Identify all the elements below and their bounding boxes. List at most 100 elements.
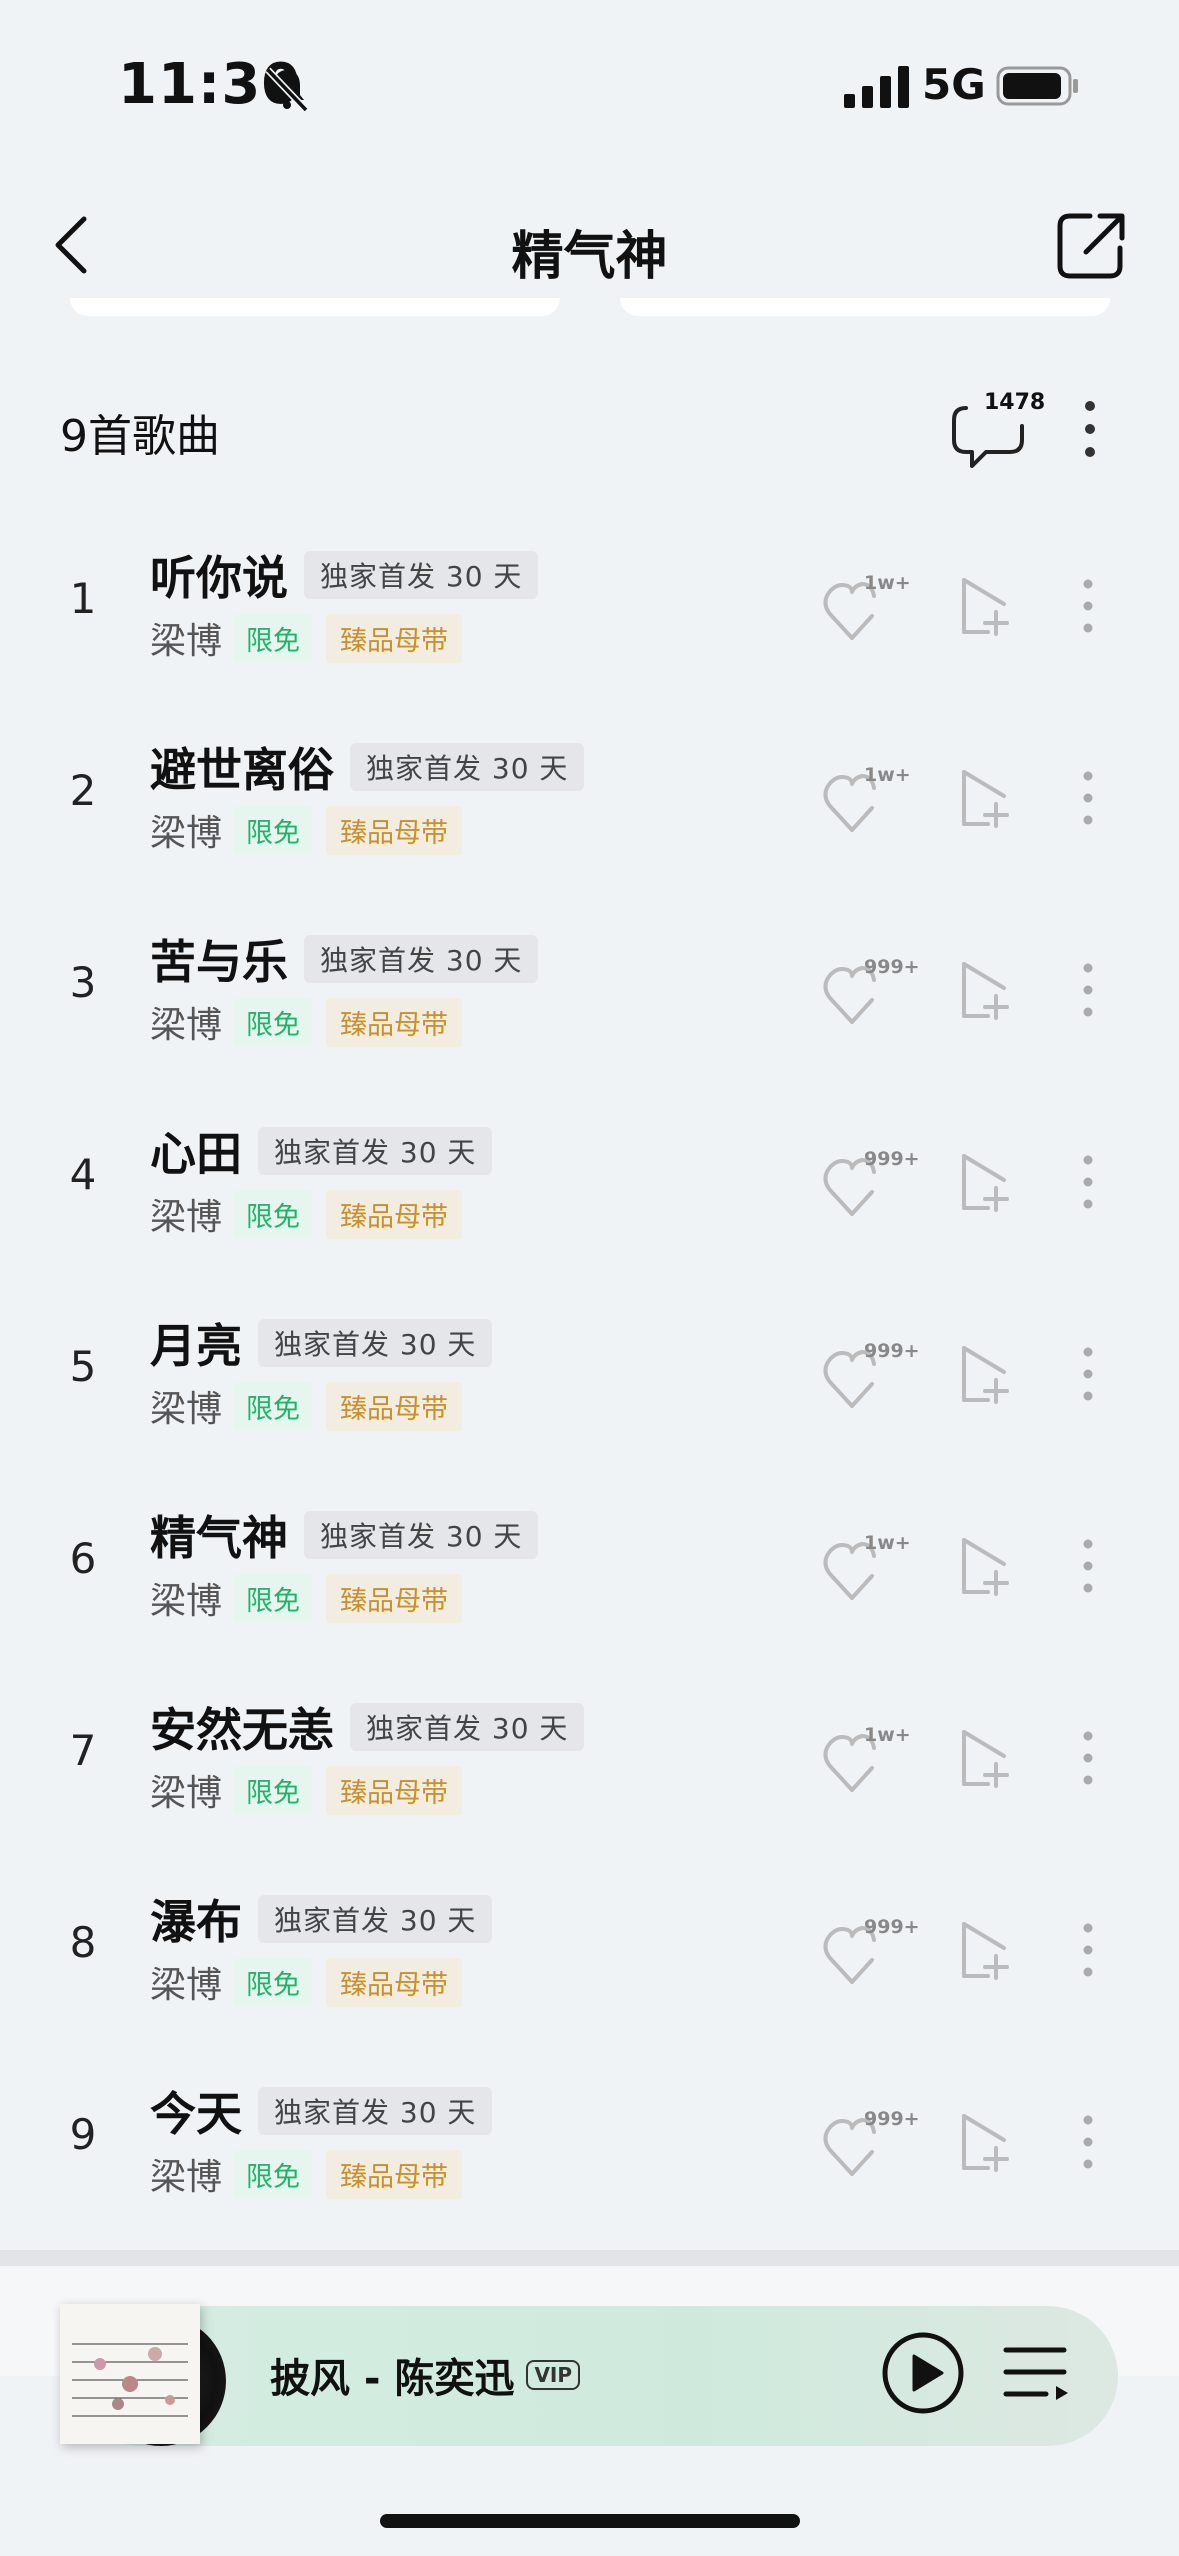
exclusive-tag: 独家首发 30 天 — [304, 935, 539, 983]
song-count: 9首歌曲 — [60, 411, 220, 462]
song-row[interactable]: 6 精气神 独家首发 30 天 梁博 限免 臻品母带 1w+ — [0, 1472, 1179, 1664]
card-edge-left — [70, 298, 560, 316]
song-row[interactable]: 4 心田 独家首发 30 天 梁博 限免 臻品母带 999+ — [0, 1088, 1179, 1280]
song-row[interactable]: 8 瀑布 独家首发 30 天 梁博 限免 臻品母带 999+ — [0, 1856, 1179, 2048]
signal-icon — [844, 66, 909, 108]
queue-icon[interactable] — [1002, 2342, 1072, 2402]
add-to-playlist-icon[interactable] — [956, 766, 1012, 830]
status-bar: 11:30 5G — [0, 0, 1179, 170]
song-title: 心田 — [150, 1127, 242, 1181]
song-index: 5 — [69, 1342, 97, 1391]
more-icon[interactable] — [1068, 1918, 1108, 1982]
comment-count: 1478 — [984, 390, 1046, 415]
add-to-playlist-icon[interactable] — [956, 1534, 1012, 1598]
song-row[interactable]: 5 月亮 独家首发 30 天 梁博 限免 臻品母带 999+ — [0, 1280, 1179, 1472]
song-index: 4 — [69, 1150, 97, 1199]
song-title: 今天 — [150, 2087, 242, 2141]
add-to-playlist-icon[interactable] — [956, 1150, 1012, 1214]
song-title-line: 今天 独家首发 30 天 — [150, 2078, 493, 2144]
free-tag: 限免 — [234, 1573, 313, 1623]
exclusive-tag: 独家首发 30 天 — [258, 1895, 493, 1943]
like-count: 999+ — [864, 2108, 920, 2130]
home-indicator — [380, 2514, 800, 2528]
song-index: 8 — [69, 1918, 97, 1967]
add-to-playlist-icon[interactable] — [956, 1726, 1012, 1790]
artist-name: 梁博 — [150, 1581, 223, 1622]
exclusive-tag: 独家首发 30 天 — [350, 743, 585, 791]
more-icon[interactable] — [1068, 574, 1108, 638]
song-meta-line: 梁博 限免 臻品母带 — [150, 1380, 463, 1432]
song-meta-line: 梁博 限免 臻品母带 — [150, 1956, 463, 2008]
more-icon[interactable] — [1068, 2110, 1108, 2174]
more-icon[interactable] — [1068, 958, 1108, 1022]
now-playing-title: 披风 - 陈奕迅 — [270, 2356, 515, 2402]
song-title-line: 心田 独家首发 30 天 — [150, 1118, 493, 1184]
like-count: 1w+ — [864, 1724, 911, 1746]
song-meta-line: 梁博 限免 臻品母带 — [150, 996, 463, 1048]
now-playing[interactable]: 披风 - 陈奕迅 VIP — [270, 2346, 581, 2404]
more-icon[interactable] — [1068, 766, 1108, 830]
song-index: 9 — [69, 2110, 97, 2159]
more-icon[interactable] — [1068, 1534, 1108, 1598]
quality-tag: 臻品母带 — [326, 2149, 463, 2199]
free-tag: 限免 — [234, 997, 313, 1047]
song-meta-line: 梁博 限免 臻品母带 — [150, 804, 463, 856]
song-meta-line: 梁博 限免 臻品母带 — [150, 1188, 463, 1240]
quality-tag: 臻品母带 — [326, 1189, 463, 1239]
song-index: 7 — [69, 1726, 97, 1775]
song-title-line: 苦与乐 独家首发 30 天 — [150, 926, 539, 992]
page-title: 精气神 — [511, 227, 668, 287]
add-to-playlist-icon[interactable] — [956, 574, 1012, 638]
song-meta-line: 梁博 限免 臻品母带 — [150, 1764, 463, 1816]
song-title: 避世离俗 — [150, 743, 334, 797]
album-art[interactable] — [60, 2304, 200, 2444]
song-title-line: 月亮 独家首发 30 天 — [150, 1310, 493, 1376]
list-header: 9首歌曲 1478 — [0, 360, 1179, 500]
free-tag: 限免 — [234, 805, 313, 855]
song-index: 3 — [69, 958, 97, 1007]
header-cards-edge — [0, 298, 1179, 318]
song-title: 听你说 — [150, 551, 288, 605]
like-count: 999+ — [864, 1148, 920, 1170]
quality-tag: 臻品母带 — [326, 1957, 463, 2007]
more-icon[interactable] — [1068, 1726, 1108, 1790]
like-count: 999+ — [864, 1916, 920, 1938]
network-type: 5G — [922, 60, 986, 109]
song-row[interactable]: 2 避世离俗 独家首发 30 天 梁博 限免 臻品母带 1w+ — [0, 704, 1179, 896]
quality-tag: 臻品母带 — [326, 1765, 463, 1815]
artist-name: 梁博 — [150, 1389, 223, 1430]
free-tag: 限免 — [234, 1957, 313, 2007]
song-list: 1 听你说 独家首发 30 天 梁博 限免 臻品母带 1w+ 2 避世离俗 独家… — [0, 512, 1179, 2240]
artist-name: 梁博 — [150, 621, 223, 662]
vip-badge: VIP — [526, 2360, 581, 2390]
add-to-playlist-icon[interactable] — [956, 2110, 1012, 2174]
exclusive-tag: 独家首发 30 天 — [304, 1511, 539, 1559]
song-title-line: 精气神 独家首发 30 天 — [150, 1502, 539, 1568]
more-icon[interactable] — [1068, 1150, 1108, 1214]
free-tag: 限免 — [234, 2149, 313, 2199]
song-index: 1 — [69, 574, 97, 623]
song-title: 苦与乐 — [150, 935, 288, 989]
song-row[interactable]: 3 苦与乐 独家首发 30 天 梁博 限免 臻品母带 999+ — [0, 896, 1179, 1088]
add-to-playlist-icon[interactable] — [956, 958, 1012, 1022]
song-title: 安然无恙 — [150, 1703, 334, 1757]
song-meta-line: 梁博 限免 臻品母带 — [150, 2148, 463, 2200]
add-to-playlist-icon[interactable] — [956, 1342, 1012, 1406]
more-icon[interactable] — [1070, 394, 1110, 464]
quality-tag: 臻品母带 — [326, 1381, 463, 1431]
song-row[interactable]: 7 安然无恙 独家首发 30 天 梁博 限免 臻品母带 1w+ — [0, 1664, 1179, 1856]
play-icon[interactable] — [880, 2330, 966, 2416]
exclusive-tag: 独家首发 30 天 — [258, 2087, 493, 2135]
song-row[interactable]: 9 今天 独家首发 30 天 梁博 限免 臻品母带 999+ — [0, 2048, 1179, 2240]
free-tag: 限免 — [234, 1189, 313, 1239]
exclusive-tag: 独家首发 30 天 — [350, 1703, 585, 1751]
like-count: 1w+ — [864, 1532, 911, 1554]
artist-name: 梁博 — [150, 1005, 223, 1046]
share-icon[interactable] — [1052, 208, 1128, 284]
free-tag: 限免 — [234, 613, 313, 663]
song-title-line: 听你说 独家首发 30 天 — [150, 542, 539, 608]
song-row[interactable]: 1 听你说 独家首发 30 天 梁博 限免 臻品母带 1w+ — [0, 512, 1179, 704]
more-icon[interactable] — [1068, 1342, 1108, 1406]
quality-tag: 臻品母带 — [326, 1573, 463, 1623]
add-to-playlist-icon[interactable] — [956, 1918, 1012, 1982]
